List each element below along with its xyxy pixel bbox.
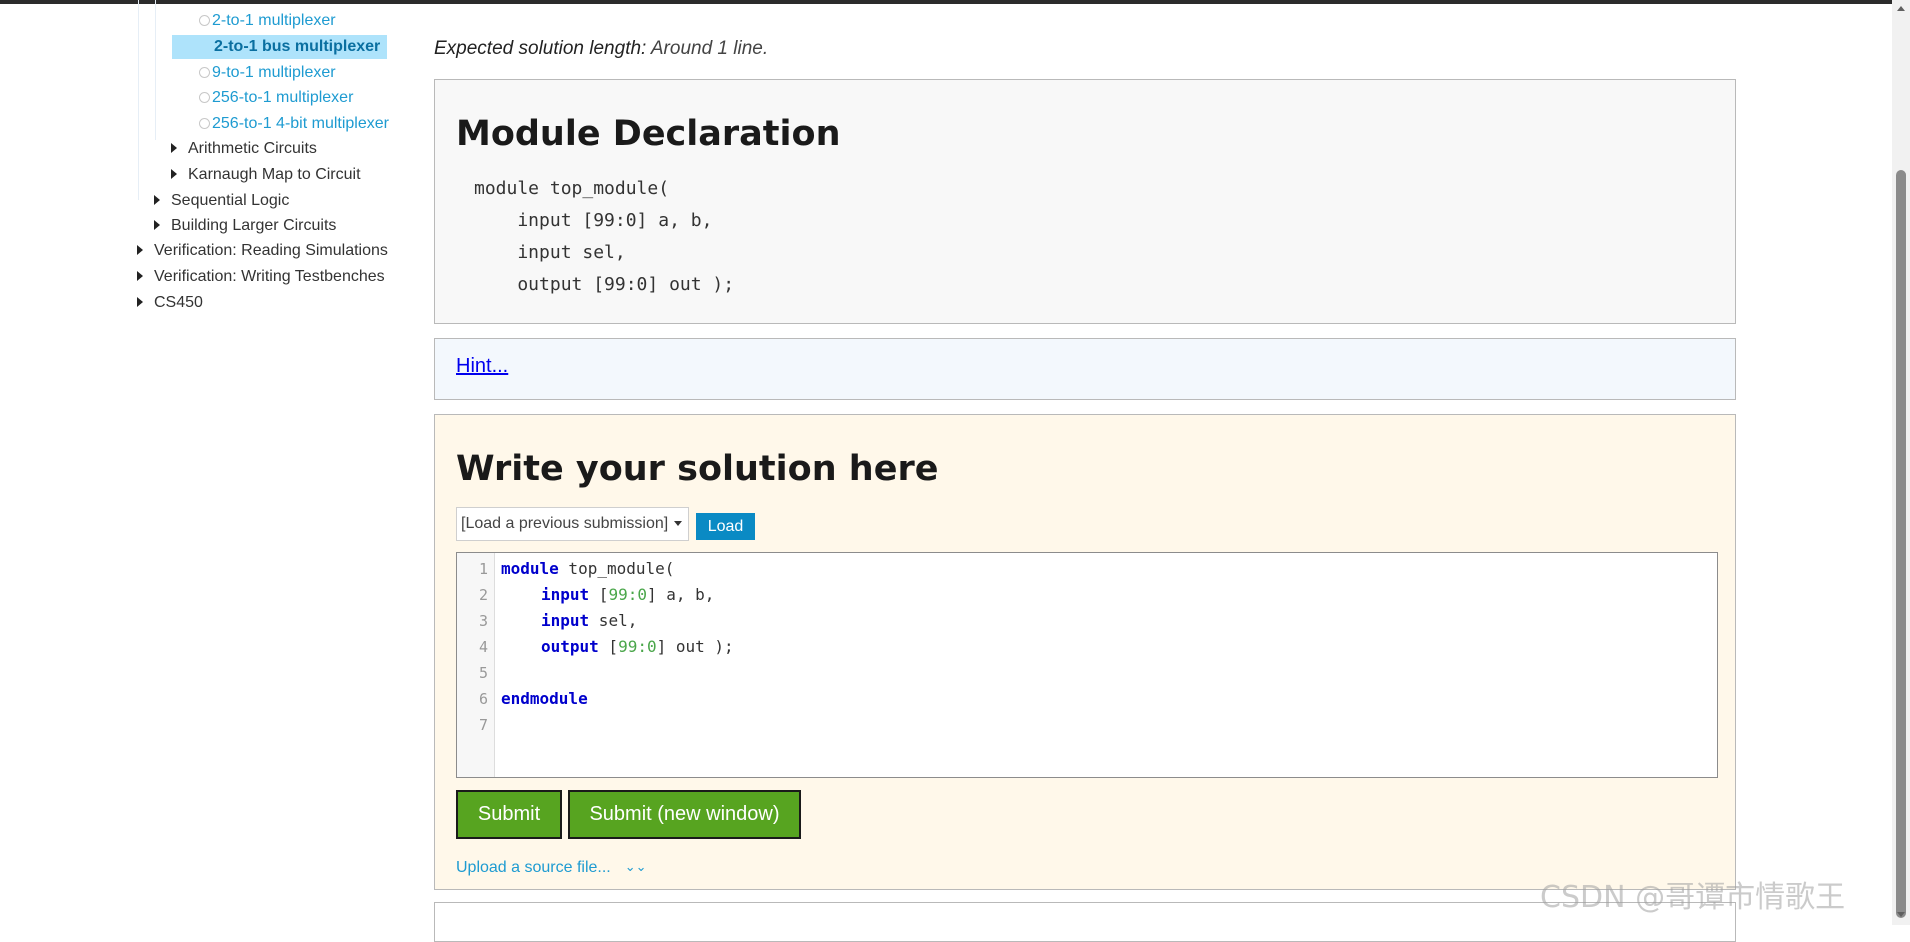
hint-panel: Hint... bbox=[434, 338, 1736, 400]
code-line-4: output [99:0] out ); bbox=[541, 637, 734, 656]
solution-title: Write your solution here bbox=[456, 449, 939, 489]
double-chevron-down-icon: ⌄⌄ bbox=[624, 859, 647, 874]
submit-new-window-button[interactable]: Submit (new window) bbox=[568, 790, 801, 839]
line-number-gutter: 1 2 3 4 5 6 7 bbox=[457, 553, 495, 777]
code-line-2: input [99:0] a, b, bbox=[541, 585, 715, 604]
hint-link[interactable]: Hint... bbox=[456, 355, 508, 378]
line-number: 4 bbox=[478, 638, 488, 656]
line-number: 6 bbox=[478, 690, 488, 708]
code-line-3: input sel, bbox=[541, 611, 638, 630]
code-line-1: module top_module( bbox=[501, 559, 675, 578]
line-number: 7 bbox=[478, 716, 488, 734]
upload-source-link[interactable]: Upload a source file... ⌄⌄ bbox=[456, 859, 647, 877]
submit-button[interactable]: Submit bbox=[456, 790, 562, 839]
module-declaration-title: Module Declaration bbox=[456, 114, 841, 154]
code-line-6: endmodule bbox=[501, 689, 588, 708]
previous-submission-select[interactable]: [Load a previous submission] bbox=[456, 507, 689, 541]
main-content: Expected solution length: Around 1 line.… bbox=[0, 0, 1910, 942]
code-editor[interactable]: 1 2 3 4 5 6 7 module top_module( input [… bbox=[456, 552, 1718, 778]
solution-panel: Write your solution here [Load a previou… bbox=[434, 414, 1736, 890]
load-button[interactable]: Load bbox=[696, 513, 755, 540]
caret-down-icon bbox=[674, 521, 683, 526]
expected-length-label: Expected solution length: bbox=[434, 38, 647, 59]
scrollbar-thumb[interactable] bbox=[1896, 170, 1906, 918]
module-declaration-panel: Module Declaration module top_module( in… bbox=[434, 79, 1736, 324]
watermark: CSDN @哥谭市情歌王 bbox=[1540, 880, 1846, 915]
expected-length: Expected solution length: Around 1 line. bbox=[434, 38, 768, 60]
scroll-up-arrow-icon[interactable] bbox=[1897, 6, 1905, 11]
vertical-scrollbar[interactable] bbox=[1892, 0, 1910, 925]
line-number: 2 bbox=[478, 586, 488, 604]
line-number: 1 bbox=[478, 560, 488, 578]
line-number: 3 bbox=[478, 612, 488, 630]
scroll-down-arrow-icon[interactable] bbox=[1897, 912, 1905, 917]
module-declaration-code: module top_module( input [99:0] a, b, in… bbox=[474, 178, 735, 295]
line-number: 5 bbox=[478, 664, 488, 682]
expected-length-value: Around 1 line. bbox=[646, 38, 769, 59]
